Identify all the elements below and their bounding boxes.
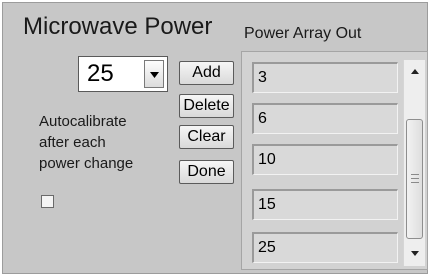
list-item[interactable]: 15 <box>252 189 398 220</box>
scroll-up-button[interactable] <box>404 60 426 84</box>
scroll-thumb[interactable] <box>406 119 423 239</box>
list-item-value: 3 <box>258 69 267 86</box>
grip-icon <box>411 174 419 183</box>
list-item[interactable]: 3 <box>252 62 398 93</box>
autocalibrate-label-line: power change <box>39 155 134 172</box>
list-item[interactable]: 25 <box>252 232 398 263</box>
power-select[interactable]: 25 <box>78 56 168 92</box>
delete-button[interactable]: Delete <box>179 94 234 118</box>
add-button[interactable]: Add <box>179 61 234 85</box>
list-item-value: 25 <box>258 239 276 256</box>
autocalibrate-checkbox[interactable] <box>41 195 54 208</box>
done-button[interactable]: Done <box>179 160 234 184</box>
scroll-down-button[interactable] <box>404 242 426 266</box>
dropdown-arrow-button[interactable] <box>144 60 164 88</box>
power-array-out-label: Power Array Out <box>244 25 362 42</box>
list-item[interactable]: 6 <box>252 103 398 134</box>
list-item[interactable]: 10 <box>252 144 398 175</box>
autocalibrate-label: Autocalibrate after each power change <box>39 111 133 174</box>
autocalibrate-label-line: Autocalibrate <box>39 113 127 130</box>
arrow-down-icon <box>411 251 419 256</box>
arrow-up-icon <box>411 69 419 74</box>
power-select-value[interactable]: 25 <box>87 60 114 88</box>
list-scrollbar[interactable] <box>403 60 425 266</box>
list-item-value: 10 <box>258 151 276 168</box>
list-item-value: 15 <box>258 196 276 213</box>
autocalibrate-label-line: after each <box>39 134 106 151</box>
list-item-value: 6 <box>258 110 267 127</box>
microwave-power-panel: Microwave Power 25 Add Delete Clear Done… <box>2 2 428 274</box>
clear-button[interactable]: Clear <box>179 125 234 149</box>
power-array-out-list: 3 6 10 15 25 <box>241 51 428 270</box>
triangle-down-icon <box>150 72 159 78</box>
panel-title: Microwave Power <box>23 13 213 40</box>
